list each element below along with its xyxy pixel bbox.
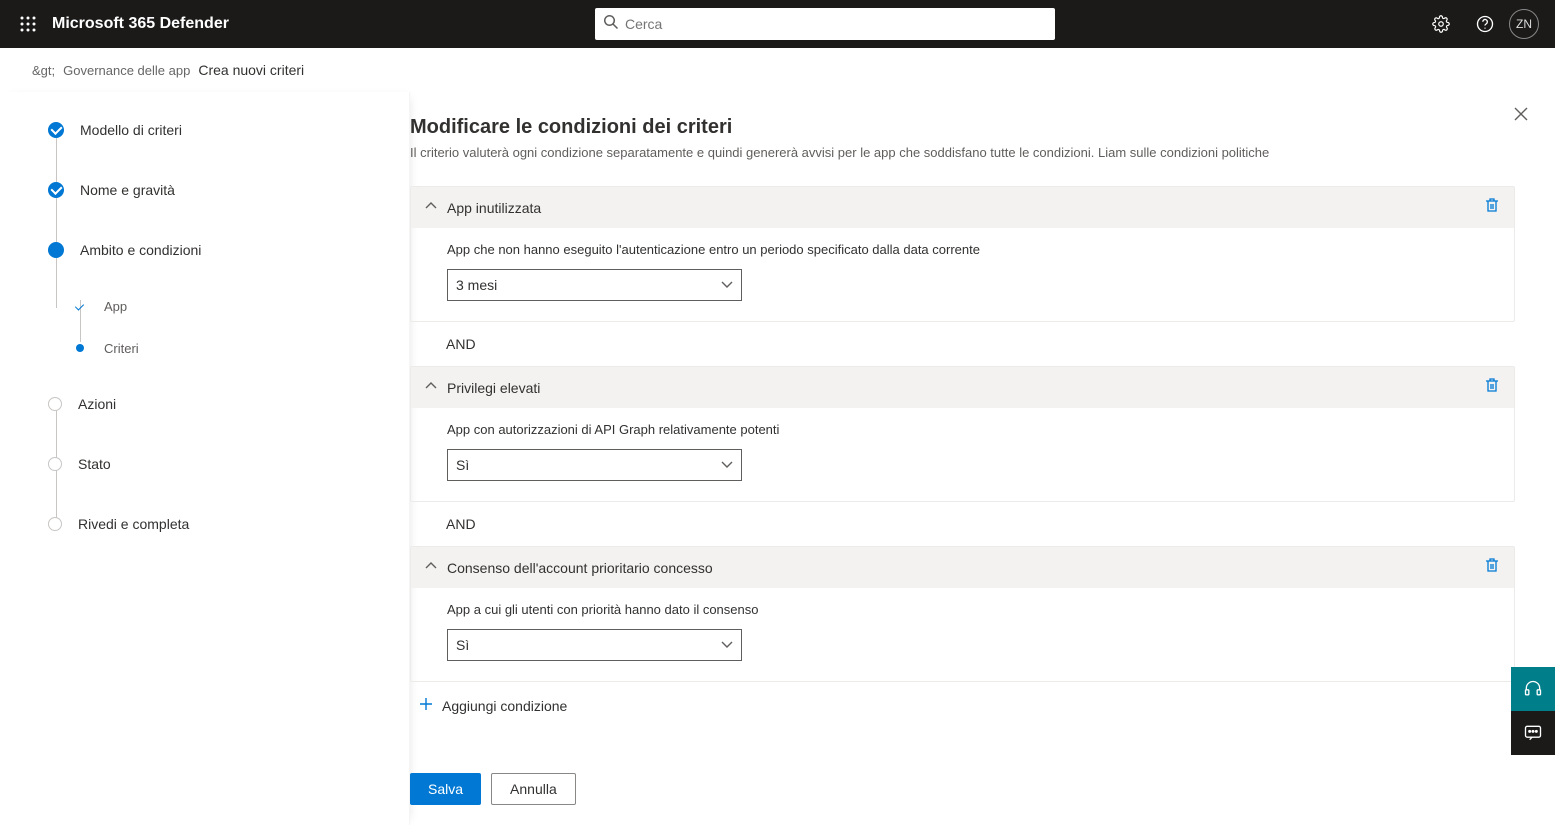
select-value: 3 mesi — [456, 277, 497, 293]
and-separator: AND — [410, 322, 1515, 366]
and-separator: AND — [410, 502, 1515, 546]
add-condition-button[interactable]: Aggiungi condizione — [410, 682, 1515, 715]
condition-title: Privilegi elevati — [447, 380, 1474, 396]
step-label: Azioni — [78, 396, 116, 412]
substep-criteri[interactable]: Criteri — [76, 334, 389, 362]
substep-label: Criteri — [104, 341, 139, 356]
main: Modello di criteri Nome e gravità Ambito… — [0, 92, 1555, 825]
condition-select[interactable]: Sì — [447, 629, 742, 661]
condition-description: App a cui gli utenti con priorità hanno … — [447, 602, 1494, 617]
substep-check-icon — [76, 302, 84, 310]
search-wrap — [229, 8, 1421, 40]
plus-icon — [418, 696, 434, 715]
step-ambito[interactable]: Ambito e condizioni — [48, 232, 389, 268]
delete-icon[interactable] — [1484, 377, 1500, 398]
select-value: Sì — [456, 637, 469, 653]
condition-app-unused: App inutilizzata App che non hanno esegu… — [410, 186, 1515, 322]
add-condition-label: Aggiungi condizione — [442, 698, 567, 714]
save-button[interactable]: Salva — [410, 773, 481, 805]
condition-description: App con autorizzazioni di API Graph rela… — [447, 422, 1494, 437]
panel-title: Modificare le condizioni dei criteri — [410, 116, 1515, 139]
chevron-up-icon[interactable] — [425, 559, 437, 577]
headset-icon[interactable] — [1511, 667, 1555, 711]
panel-help-link[interactable]: Liam sulle condizioni politiche — [1098, 145, 1269, 160]
step-label: Nome e gravità — [80, 182, 175, 198]
user-avatar[interactable]: ZN — [1509, 9, 1539, 39]
chevron-down-icon — [721, 637, 733, 653]
step-label: Ambito e condizioni — [80, 242, 201, 258]
panel: Modificare le condizioni dei criteri Il … — [410, 92, 1555, 825]
cancel-button[interactable]: Annulla — [491, 773, 576, 805]
search-icon — [603, 14, 625, 35]
delete-icon[interactable] — [1484, 197, 1500, 218]
condition-body: App con autorizzazioni di API Graph rela… — [411, 408, 1514, 501]
feedback-icon[interactable] — [1511, 711, 1555, 755]
condition-select[interactable]: Sì — [447, 449, 742, 481]
header-actions: ZN — [1421, 0, 1539, 48]
condition-header[interactable]: Consenso dell'account prioritario conces… — [411, 547, 1514, 588]
app-launcher-icon[interactable] — [8, 0, 48, 48]
condition-description: App che non hanno eseguito l'autenticazi… — [447, 242, 1494, 257]
search-box[interactable] — [595, 8, 1055, 40]
step-rivedi[interactable]: Rivedi e completa — [48, 506, 389, 542]
breadcrumb-current: Crea nuovi criteri — [198, 62, 304, 78]
panel-footer: Salva Annulla — [410, 773, 576, 805]
step-check-icon — [48, 122, 64, 138]
breadcrumb-prefix: &gt; — [32, 63, 55, 78]
condition-select[interactable]: 3 mesi — [447, 269, 742, 301]
condition-title: Consenso dell'account prioritario conces… — [447, 560, 1474, 576]
condition-header[interactable]: Privilegi elevati — [411, 367, 1514, 408]
close-icon[interactable] — [1507, 100, 1535, 128]
step-nome[interactable]: Nome e gravità — [48, 172, 389, 208]
step-label: Rivedi e completa — [78, 516, 189, 532]
step-label: Stato — [78, 456, 111, 472]
step-check-icon — [48, 182, 64, 198]
step-current-icon — [48, 242, 64, 258]
step-stato[interactable]: Stato — [48, 446, 389, 482]
settings-icon[interactable] — [1421, 0, 1461, 48]
step-pending-icon — [48, 457, 62, 471]
condition-body: App a cui gli utenti con priorità hanno … — [411, 588, 1514, 681]
app-title: Microsoft 365 Defender — [52, 15, 229, 33]
substep-current-icon — [76, 344, 84, 352]
step-label: Modello di criteri — [80, 122, 182, 138]
step-pending-icon — [48, 517, 62, 531]
condition-title: App inutilizzata — [447, 200, 1474, 216]
condition-consent: Consenso dell'account prioritario conces… — [410, 546, 1515, 682]
help-icon[interactable] — [1465, 0, 1505, 48]
condition-header[interactable]: App inutilizzata — [411, 187, 1514, 228]
feedback-stack — [1511, 667, 1555, 755]
panel-description: Il criterio valuterà ogni condizione sep… — [410, 145, 1515, 160]
substep-app[interactable]: App — [76, 292, 389, 320]
chevron-up-icon[interactable] — [425, 199, 437, 217]
step-azioni[interactable]: Azioni — [48, 386, 389, 422]
breadcrumb-parent[interactable]: Governance delle app — [63, 63, 190, 78]
chevron-down-icon — [721, 457, 733, 473]
condition-body: App che non hanno eseguito l'autenticazi… — [411, 228, 1514, 321]
step-modello[interactable]: Modello di criteri — [48, 112, 389, 148]
wizard-stepper: Modello di criteri Nome e gravità Ambito… — [0, 92, 410, 825]
step-pending-icon — [48, 397, 62, 411]
delete-icon[interactable] — [1484, 557, 1500, 578]
search-input[interactable] — [625, 16, 1047, 32]
global-header: Microsoft 365 Defender ZN — [0, 0, 1555, 48]
chevron-up-icon[interactable] — [425, 379, 437, 397]
substep-label: App — [104, 299, 127, 314]
condition-privileges: Privilegi elevati App con autorizzazioni… — [410, 366, 1515, 502]
breadcrumb: &gt; Governance delle app Crea nuovi cri… — [0, 48, 1555, 92]
select-value: Sì — [456, 457, 469, 473]
chevron-down-icon — [721, 277, 733, 293]
